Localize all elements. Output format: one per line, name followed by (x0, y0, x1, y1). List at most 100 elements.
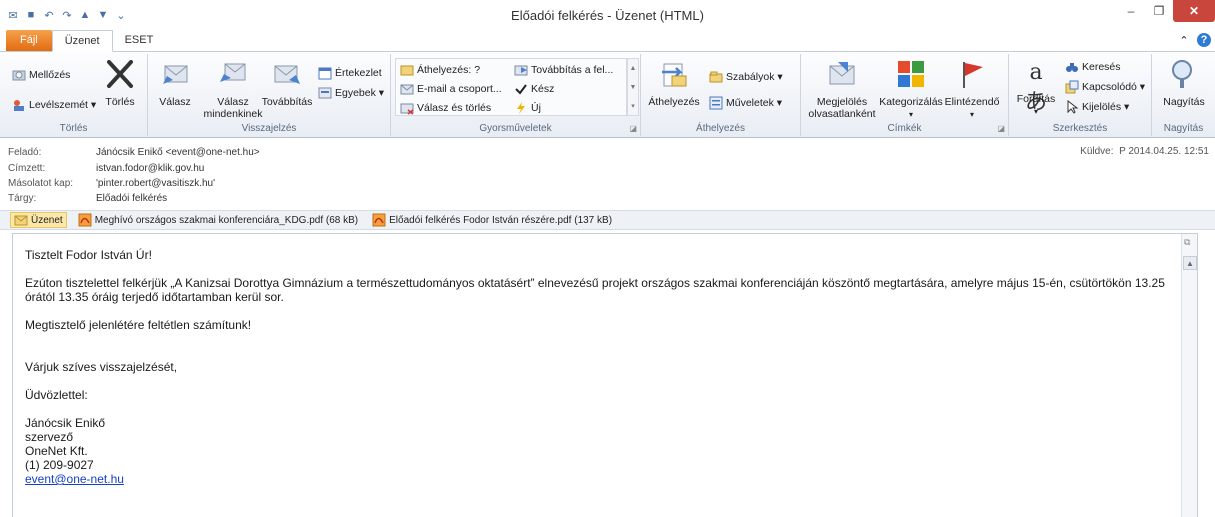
group-move: Áthelyezés Szabályok ▾ Műveletek ▾ Áthel… (641, 54, 801, 136)
to-row: Címzett: istvan.fodor@klik.gov.hu (8, 161, 205, 176)
cc-value[interactable]: 'pinter.robert@vasitiszk.hu' (96, 176, 215, 191)
group-delete: Mellőzés Levélszemét ▾ Törlés Törlés (0, 54, 148, 136)
attachment-message[interactable]: Üzenet (10, 212, 67, 228)
tags-launcher-icon[interactable]: ◪ (997, 124, 1005, 133)
signature-company: OneNet Kft. (25, 444, 88, 458)
group-quick-steps: Áthelyezés: ? E-mail a csoport... Válasz… (391, 54, 641, 136)
reply-button[interactable]: Válasz (154, 58, 196, 108)
closing: Üdvözlettel: (25, 388, 88, 402)
cursor-icon (1067, 100, 1079, 114)
translate-button[interactable]: aあ Fordítás ▾ (1011, 58, 1061, 118)
forward-icon (274, 65, 300, 84)
more-button[interactable]: Egyebek ▾ (318, 84, 384, 102)
tab-eset[interactable]: ESET (113, 30, 166, 51)
up-arrow-icon[interactable]: ▲ (78, 8, 92, 22)
customize-qat-icon[interactable]: ⌄ (114, 8, 128, 22)
reply-delete-icon (400, 103, 414, 115)
paragraph-2: Megtisztelő jelenlétére feltétlen számít… (25, 318, 252, 332)
help-icon[interactable]: ? (1197, 33, 1211, 47)
quick-reply-delete[interactable]: Válasz és törlés (400, 99, 491, 117)
attachment-pdf-invitation[interactable]: Meghívó országos szakmai konferenciára_K… (75, 212, 361, 228)
reply-all-button[interactable]: Válasz mindenkinek (200, 58, 266, 120)
junk-button[interactable]: Levélszemét ▾ (12, 96, 96, 114)
subject-value: Előadói felkérés (96, 193, 168, 204)
window-controls: – ❐ ✕ (1117, 0, 1215, 22)
junk-icon (14, 100, 24, 111)
forward-button[interactable]: Továbbítás (258, 58, 316, 108)
follow-up-button[interactable]: Elintézendő ▾ (941, 58, 1003, 121)
sent-date: Küldve: P 2014.04.25. 12:51 (1080, 146, 1209, 157)
quick-email-team[interactable]: E-mail a csoport... (400, 80, 502, 98)
tab-file[interactable]: Fájl (6, 30, 52, 51)
greeting: Tisztelt Fodor István Úr! (25, 248, 152, 262)
find-button[interactable]: Keresés (1065, 58, 1121, 76)
magnifier-icon (1172, 60, 1192, 88)
down-arrow-icon[interactable]: ▼ (96, 8, 110, 22)
tab-message[interactable]: Üzenet (51, 30, 113, 52)
ignore-icon (12, 70, 26, 81)
quick-steps-gallery: Áthelyezés: ? E-mail a csoport... Válasz… (395, 58, 627, 116)
quick-steps-scroll[interactable]: ▲ ▼ ▾ (627, 58, 639, 116)
redo-icon[interactable]: ↷ (60, 8, 74, 22)
select-button[interactable]: Kijelölés ▾ (1065, 98, 1129, 116)
signature-phone: (1) 209-9027 (25, 458, 94, 472)
quick-forward-manager[interactable]: Továbbítás a fel... (514, 61, 613, 79)
ignore-button[interactable]: Mellőzés (12, 66, 70, 84)
quick-new[interactable]: Új (514, 99, 541, 117)
quick-access-toolbar: ✉ ■ ↶ ↷ ▲ ▼ ⌄ (0, 0, 128, 30)
signature-name: Jánócsik Enikő (25, 416, 106, 430)
binoculars-icon (1066, 63, 1078, 72)
signature-email-link[interactable]: event@one-net.hu (25, 472, 1175, 486)
rules-button[interactable]: Szabályok ▾ (709, 68, 783, 86)
quick-move-to[interactable]: Áthelyezés: ? (400, 61, 480, 79)
scroll-up-icon[interactable]: ▲ (1183, 256, 1197, 270)
signature-role: szervező (25, 430, 74, 444)
save-icon[interactable]: ■ (24, 8, 38, 22)
related-icon (1065, 80, 1079, 94)
move-button[interactable]: Áthelyezés (647, 58, 701, 108)
calendar-icon (318, 67, 332, 80)
reply-all-icon (220, 63, 246, 82)
minimize-ribbon-icon[interactable]: ⌃ (1177, 33, 1191, 47)
checkmark-icon (515, 84, 527, 95)
mark-unread-button[interactable]: Megjelölés olvasatlanként (803, 58, 881, 120)
message-header: Feladó: Jánócsik Enikő <event@one-net.hu… (0, 140, 1215, 208)
restore-button[interactable]: ❐ (1145, 0, 1173, 22)
group-tags: Megjelölés olvasatlanként Kategorizálás ▾… (801, 54, 1009, 136)
attachments-bar: Üzenet Meghívó országos szakmai konferen… (0, 210, 1215, 230)
quick-done[interactable]: Kész (514, 80, 554, 98)
group-respond: Válasz Válasz mindenkinek Továbbítás Ért… (148, 54, 391, 136)
envelope-icon (14, 215, 28, 226)
lightning-icon (517, 102, 525, 114)
categorize-button[interactable]: Kategorizálás ▾ (877, 58, 945, 121)
reply-icon (163, 65, 188, 84)
more-icon (318, 87, 332, 99)
title-bar: ✉ ■ ↶ ↷ ▲ ▼ ⌄ Előadói felkérés - Üzenet … (0, 0, 1215, 30)
from-value[interactable]: Jánócsik Enikő <event@one-net.hu> (96, 145, 260, 160)
vertical-scrollbar[interactable]: ⧉ ▲ (1181, 234, 1197, 517)
paragraph-3: Várjuk szíves visszajelzését, (25, 360, 178, 374)
meeting-button[interactable]: Értekezlet (318, 64, 382, 82)
attachment-pdf-request[interactable]: Előadói felkérés Fodor István részére.pd… (369, 212, 615, 228)
ribbon-tabs: Fájl Üzenet ESET ⌃ ? (0, 30, 1215, 52)
envelope-icon[interactable]: ✉ (6, 8, 20, 22)
email-team-icon (400, 84, 414, 95)
actions-button[interactable]: Műveletek ▾ (709, 94, 782, 112)
group-editing: aあ Fordítás ▾ Keresés Kapcsolódó ▾ Kijelö… (1009, 54, 1152, 136)
related-button[interactable]: Kapcsolódó ▾ (1065, 78, 1145, 96)
zoom-button[interactable]: Nagyítás (1158, 58, 1210, 108)
minimize-button[interactable]: – (1117, 0, 1145, 22)
close-button[interactable]: ✕ (1173, 0, 1215, 22)
move-folder-icon (662, 63, 687, 87)
delete-button[interactable]: Törlés (100, 58, 140, 108)
window-title: Előadói felkérés - Üzenet (HTML) (511, 8, 704, 23)
to-value[interactable]: istvan.fodor@klik.gov.hu (96, 161, 204, 176)
quick-steps-launcher-icon[interactable]: ◪ (629, 124, 637, 133)
people-pane-icon[interactable]: ⧉ (1184, 237, 1195, 251)
undo-icon[interactable]: ↶ (42, 8, 56, 22)
from-row: Feladó: Jánócsik Enikő <event@one-net.hu… (8, 145, 260, 160)
message-body[interactable]: Tisztelt Fodor István Úr! Ezúton tisztel… (12, 233, 1198, 517)
subject-row: Tárgy: Előadói felkérés (8, 193, 168, 204)
folder-move-icon (400, 65, 414, 76)
paragraph-1: Ezúton tisztelettel felkérjük „A Kanizsa… (25, 276, 1165, 304)
